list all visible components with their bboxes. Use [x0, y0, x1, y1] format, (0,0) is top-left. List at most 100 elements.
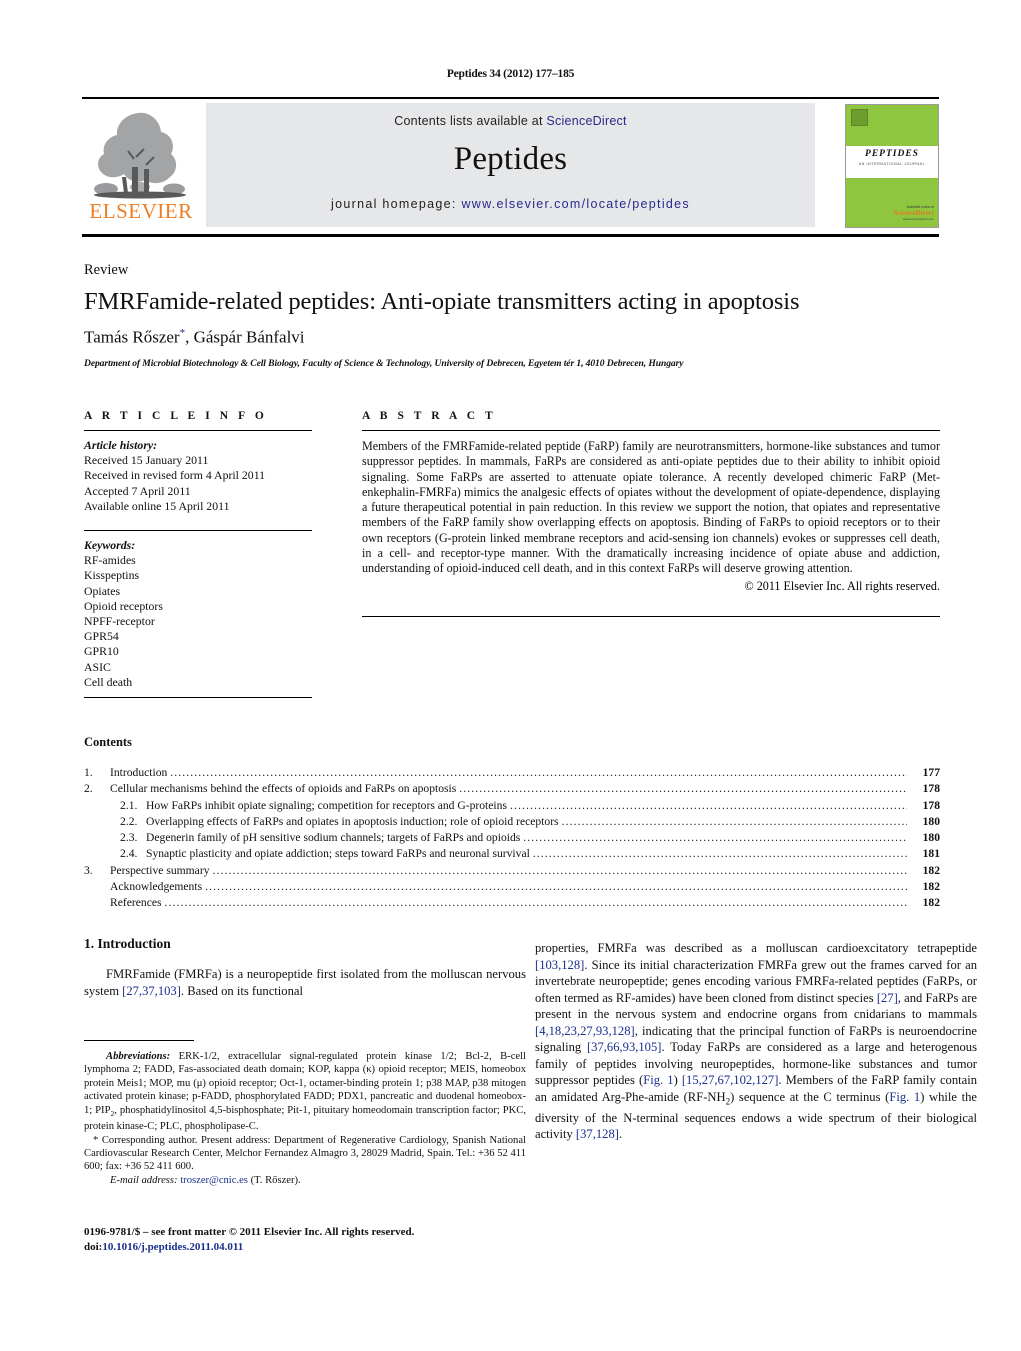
toc-leader-dots: ........................................…	[561, 814, 907, 828]
toc-label[interactable]: Perspective summary	[110, 863, 210, 879]
toc-page: 180	[922, 814, 940, 828]
intro-paragraph-right: properties, FMRFa was described as a mol…	[535, 940, 977, 1143]
article-title: FMRFamide-related peptides: Anti-opiate …	[84, 288, 800, 315]
email-note: E-mail address: troszer@cnic.es (T. Rősz…	[84, 1174, 526, 1187]
keyword-item: NPFF-receptor	[84, 614, 155, 629]
citation-ref[interactable]: [15,27,67,102,127]	[682, 1073, 779, 1087]
toc-number: 3.	[84, 863, 93, 877]
author-list: Tamás Rőszer*, Gáspár Bánfalvi	[84, 327, 944, 348]
keyword-item: ASIC	[84, 659, 111, 674]
toc-label[interactable]: Synaptic plasticity and opiate addiction…	[146, 846, 530, 862]
figure-ref[interactable]: Fig. 1	[643, 1073, 673, 1087]
citation-ref[interactable]: [4,18,23,27,93,128]	[535, 1024, 635, 1038]
intro-right-h: ) sequence at the C terminus (	[730, 1089, 890, 1104]
toc-page: 182	[922, 896, 940, 910]
running-head: Peptides 34 (2012) 177–185	[446, 68, 575, 80]
toc-page: 182	[922, 880, 940, 894]
toc-row[interactable]: 2.2. Overlapping effects of FaRPs and op…	[84, 814, 940, 830]
journal-homepage-link[interactable]: www.elsevier.com/locate/peptides	[461, 197, 690, 211]
cover-title: PEPTIDES	[865, 148, 919, 159]
figure-ref[interactable]: Fig. 1	[889, 1090, 920, 1104]
cover-subtitle: AN INTERNATIONAL JOURNAL	[858, 161, 926, 166]
abstract-text: Members of the FMRFamide-related peptide…	[362, 439, 940, 576]
toc-leader-dots: ........................................…	[212, 863, 908, 877]
toc-page: 182	[922, 863, 940, 877]
intro-left-text-b: . Based on its functional	[180, 983, 303, 998]
keyword-item: GPR10	[84, 644, 119, 659]
abbreviations-note: Abbreviations: ERK-1/2, extracellular si…	[84, 1050, 526, 1134]
citation-ref[interactable]: [27]	[877, 991, 898, 1005]
citation-ref[interactable]: [37,66,93,105]	[587, 1040, 662, 1054]
toc-label[interactable]: Degenerin family of pH sensitive sodium …	[146, 830, 520, 846]
toc-leader-dots: ........................................…	[459, 782, 907, 796]
journal-homepage-prefix: journal homepage:	[331, 197, 462, 211]
footnote-rule	[84, 1040, 194, 1041]
contents-heading: Contents	[84, 735, 132, 749]
abstract-copyright: © 2011 Elsevier Inc. All rights reserved…	[744, 578, 940, 593]
history-item: Received in revised form 4 April 2011	[84, 468, 266, 483]
doi-value[interactable]: 10.1016/j.peptides.2011.04.011	[102, 1241, 243, 1253]
toc-page: 178	[922, 798, 940, 812]
author-affiliation: Department of Microbial Biotechnology & …	[84, 358, 684, 369]
keyword-item: Cell death	[84, 674, 133, 689]
history-item: Available online 15 April 2011	[84, 498, 230, 513]
contents-lists-line: Contents lists available at ScienceDirec…	[206, 114, 815, 128]
history-item: Accepted 7 April 2011	[84, 483, 191, 498]
journal-cover-thumbnail[interactable]: PEPTIDES AN INTERNATIONAL JOURNAL Availa…	[845, 104, 939, 228]
keyword-item: Opiates	[84, 583, 121, 598]
toc-label[interactable]: Overlapping effects of FaRPs and opiates…	[146, 814, 559, 830]
toc-page: 180	[922, 831, 940, 845]
toc-page: 177	[922, 766, 940, 779]
toc-leader-dots: ........................................…	[523, 831, 907, 845]
toc-leader-dots: ........................................…	[509, 798, 907, 812]
author-2: , Gáspár Bánfalvi	[185, 327, 305, 347]
toc-label[interactable]: Introduction	[110, 765, 167, 781]
keywords-block: Keywords: RF-amides Kisspeptins Opiates …	[84, 531, 312, 697]
toc-row[interactable]: 1. Introduction ........................…	[84, 765, 940, 781]
author-1: Tamás Rőszer	[84, 327, 180, 347]
citation-ref[interactable]: [103,128]	[535, 958, 584, 972]
cover-elsevier-icon	[851, 109, 868, 126]
footnotes-block: Abbreviations: ERK-1/2, extracellular si…	[84, 1050, 526, 1187]
sciencedirect-link[interactable]: ScienceDirect	[546, 114, 626, 128]
section-heading-introduction: 1. Introduction	[84, 936, 171, 951]
elsevier-wordmark: ELSEVIER	[89, 199, 193, 223]
toc-row[interactable]: References .............................…	[84, 895, 940, 911]
toc-label[interactable]: Cellular mechanisms behind the effects o…	[110, 781, 456, 797]
abbreviations-label: Abbreviations:	[106, 1051, 171, 1062]
toc-row[interactable]: 3. Perspective summary .................…	[84, 863, 940, 879]
toc-label[interactable]: How FaRPs inhibit opiate signaling; comp…	[146, 798, 507, 814]
intro-paragraph-left: FMRFamide (FMRFa) is a neuropeptide firs…	[84, 966, 526, 999]
email-link[interactable]: troszer@cnic.es	[180, 1175, 248, 1186]
toc-label[interactable]: Acknowledgements	[110, 879, 202, 895]
keyword-item: Kisspeptins	[84, 568, 140, 583]
toc-row[interactable]: 2. Cellular mechanisms behind the effect…	[84, 781, 940, 797]
toc-number: 1.	[84, 766, 93, 779]
toc-label[interactable]: References	[110, 895, 162, 911]
toc-row[interactable]: 2.1. How FaRPs inhibit opiate signaling;…	[84, 798, 940, 814]
article-type-label: Review	[84, 262, 129, 278]
intro-right-f: )	[673, 1073, 682, 1087]
elsevier-logo: ELSEVIER	[82, 105, 200, 225]
journal-title: Peptides	[453, 141, 568, 177]
cover-sd-line3: www.sciencedirect.com	[902, 217, 934, 221]
body-column-right: properties, FMRFa was described as a mol…	[535, 940, 977, 1143]
toc-row[interactable]: 2.4. Synaptic plasticity and opiate addi…	[84, 846, 940, 862]
abstract-heading: A B S T R A C T	[362, 410, 497, 422]
issn-copyright-line: 0196-9781/$ – see front matter © 2011 El…	[84, 1226, 415, 1238]
masthead-center-panel: Contents lists available at ScienceDirec…	[206, 103, 815, 227]
body-column-left: FMRFamide (FMRFa) is a neuropeptide firs…	[84, 966, 526, 999]
journal-homepage-line: journal homepage: www.elsevier.com/locat…	[206, 197, 815, 211]
keyword-item: GPR54	[84, 629, 119, 644]
article-history-label: Article history:	[84, 438, 158, 452]
article-info-heading: A R T I C L E I N F O	[84, 410, 268, 422]
toc-number: 2.3.	[120, 831, 138, 845]
doi-label: doi:	[84, 1240, 103, 1253]
contents-lists-prefix: Contents lists available at	[394, 114, 547, 128]
doi-line: doi:10.1016/j.peptides.2011.04.011	[84, 1240, 544, 1255]
article-info-rule-bottom	[84, 697, 312, 699]
citation-ref[interactable]: [27,37,103]	[122, 984, 181, 998]
toc-row[interactable]: Acknowledgements .......................…	[84, 879, 940, 895]
toc-row[interactable]: 2.3. Degenerin family of pH sensitive so…	[84, 830, 940, 846]
citation-ref[interactable]: [37,128]	[576, 1127, 619, 1141]
